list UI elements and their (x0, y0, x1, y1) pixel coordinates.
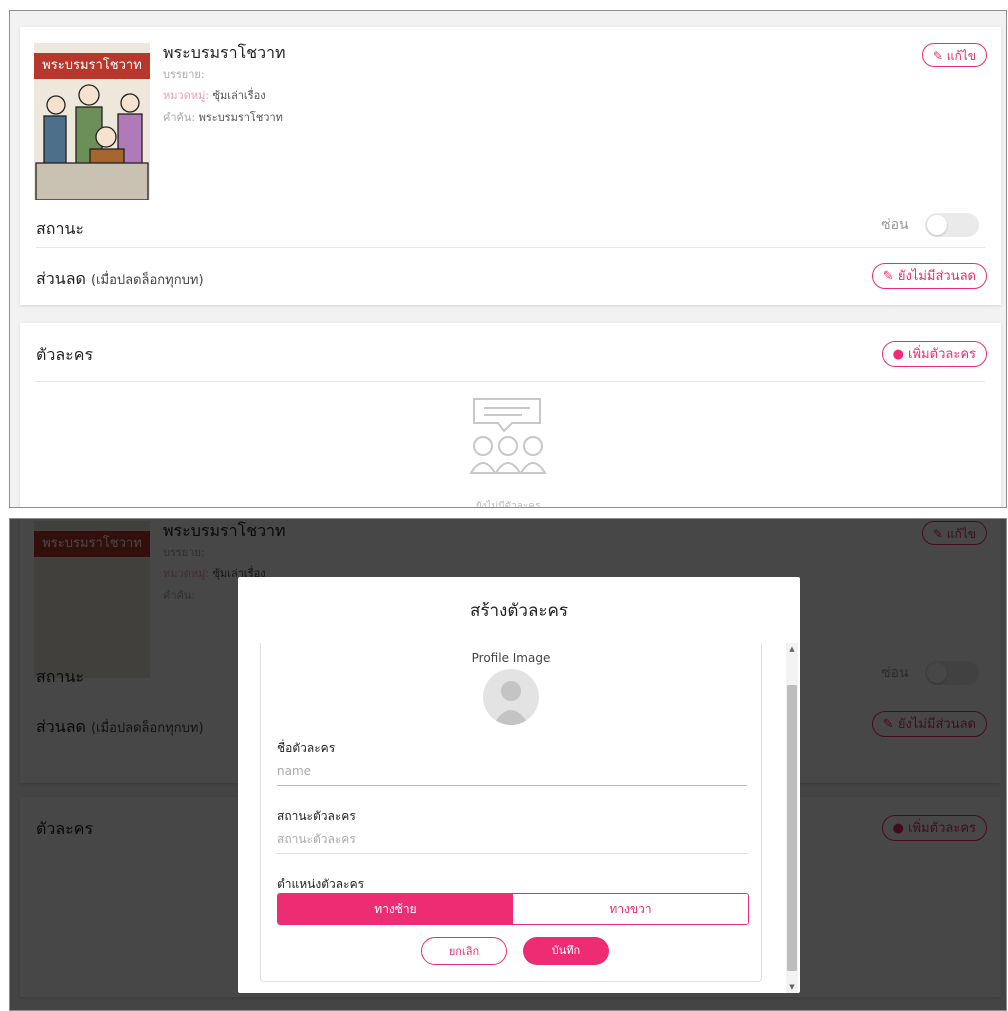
profile-image-picker[interactable] (483, 669, 539, 725)
narrator-label: บรรยาย: (163, 68, 205, 81)
divider (36, 381, 985, 382)
hide-label: ซ่อน (881, 217, 909, 233)
characters-label: ตัวละคร (36, 345, 94, 364)
pencil-icon: ✎ (882, 269, 894, 284)
avatar-placeholder-icon (493, 681, 529, 725)
hide-toggle[interactable] (925, 213, 979, 237)
discount-note: (เมื่อปลดล็อกทุกบท) (90, 273, 204, 288)
edit-label: แก้ไข (946, 49, 976, 63)
keyword-label: คำค้น: (163, 111, 196, 124)
scrollbar-thumb[interactable] (787, 685, 797, 971)
position-left-option[interactable]: ทางซ้าย (278, 894, 513, 924)
create-character-modal: สร้างตัวละคร Profile Image ชื่อตัวละคร ส… (238, 577, 800, 993)
category-value: ซุ้มเล่าเรื่อง (212, 89, 266, 102)
keyword-value: พระบรมราโชวาท (198, 111, 283, 124)
keyword-meta: คำค้น: พระบรมราโชวาท (163, 108, 283, 126)
scroll-down-icon[interactable]: ▼ (786, 983, 798, 991)
divider (36, 247, 985, 248)
discount-button-label: ยังไม่มีส่วนลด (897, 269, 976, 284)
cover-illustration (35, 84, 149, 200)
modal-form: Profile Image ชื่อตัวละคร สถานะตัวละคร ต… (260, 643, 762, 982)
edit-button[interactable]: ✎ แก้ไข (921, 43, 987, 67)
category-label: หมวดหมู่: (163, 89, 210, 102)
position-label: ตำแหน่งตัวละคร (277, 877, 365, 891)
discount-button[interactable]: ✎ ยังไม่มีส่วนลด (871, 263, 987, 289)
discount-label: ส่วนลด (36, 269, 86, 288)
empty-characters-text: ยังไม่มีตัวละคร (475, 501, 541, 508)
modal-title: สร้างตัวละคร (470, 601, 568, 621)
name-input[interactable] (277, 757, 747, 786)
chat-people-icon (469, 398, 547, 474)
position-right-option[interactable]: ทางขวา (513, 894, 748, 924)
status-label: สถานะ (36, 219, 84, 238)
scroll-up-icon[interactable]: ▲ (786, 645, 798, 653)
save-button[interactable]: บันทึก (523, 937, 609, 965)
create-character-dialog-panel: พระบรมราโชวาท พระบรมราโชวาท บรรยาย: หมวด… (9, 518, 1007, 1011)
hide-toggle-group: ซ่อน (881, 213, 979, 237)
cancel-button[interactable]: ยกเลิก (421, 937, 507, 965)
profile-image-label: Profile Image (471, 651, 551, 665)
pencil-icon: ✎ (932, 49, 943, 63)
plus-circle-icon: ● (892, 347, 904, 362)
book-cover: พระบรมราโชวาท (34, 43, 150, 200)
book-info-card: พระบรมราโชวาท พระบรมราโชวาท บรรยาย: หมวด… (20, 27, 1001, 305)
character-status-input[interactable] (277, 825, 747, 854)
position-selector: ทางซ้าย ทางขวา (277, 893, 749, 925)
character-status-label: สถานะตัวละคร (277, 809, 356, 823)
category-meta: หมวดหมู่: ซุ้มเล่าเรื่อง (163, 86, 266, 104)
book-detail-panel: พระบรมราโชวาท พระบรมราโชวาท บรรยาย: หมวด… (9, 10, 1007, 508)
name-label: ชื่อตัวละคร (277, 741, 336, 755)
modal-scrollbar[interactable]: ▲ ▼ (786, 643, 798, 993)
book-title: พระบรมราโชวาท (163, 43, 286, 62)
add-character-button[interactable]: ● เพิ่มตัวละคร (881, 341, 987, 367)
discount-row: ส่วนลด (เมื่อปลดล็อกทุกบท) (36, 267, 204, 292)
add-character-label: เพิ่มตัวละคร (908, 347, 976, 362)
narrator-meta: บรรยาย: (163, 65, 205, 83)
